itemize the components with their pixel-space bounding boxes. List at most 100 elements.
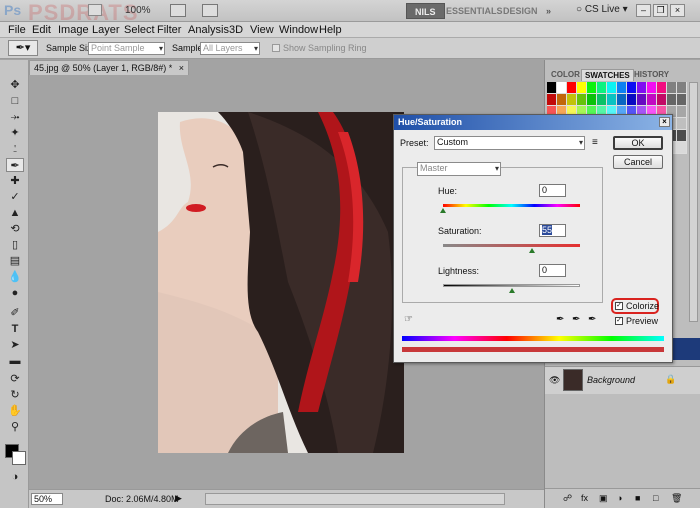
status-menu-arrow-icon[interactable]: ▶ <box>175 493 182 504</box>
eyedropper-minus-icon[interactable]: ✒ <box>588 314 596 325</box>
clone-stamp-tool-icon[interactable]: ▲ <box>6 206 24 220</box>
sample-select[interactable]: All Layers <box>200 42 260 55</box>
swatch[interactable] <box>677 106 686 117</box>
gradient-tool-icon[interactable]: ▤ <box>6 254 24 268</box>
swatch[interactable] <box>577 94 586 105</box>
eyedropper-tool-preset-icon[interactable]: ✒▾ <box>8 40 38 56</box>
blur-tool-icon[interactable]: 💧 <box>6 270 24 284</box>
shape-tool-icon[interactable]: ▬ <box>6 354 24 368</box>
swatch[interactable] <box>597 94 606 105</box>
horizontal-scrollbar[interactable] <box>205 493 505 505</box>
adjustment-layer-icon[interactable]: ◑ <box>617 493 622 503</box>
swatch[interactable] <box>547 94 556 105</box>
lightness-slider-thumb[interactable] <box>508 288 515 293</box>
quick-select-tool-icon[interactable]: ✦ <box>6 126 24 140</box>
swatch[interactable] <box>627 94 636 105</box>
layer-mask-icon[interactable]: ▣ <box>599 493 608 504</box>
cancel-button[interactable]: Cancel <box>613 155 663 169</box>
brush-tool-icon[interactable]: ✓ <box>6 190 24 204</box>
tab-history[interactable]: HISTORY <box>631 69 672 81</box>
screen-mode-icon[interactable] <box>202 4 218 17</box>
swatch[interactable] <box>607 94 616 105</box>
saturation-input[interactable]: 55 <box>539 224 566 237</box>
history-brush-tool-icon[interactable]: ⟲ <box>6 222 24 236</box>
workspace-more[interactable]: » <box>538 3 559 19</box>
swatch[interactable] <box>677 118 686 129</box>
lasso-tool-icon[interactable]: ⤞ <box>6 110 24 124</box>
layer-style-icon[interactable]: fx <box>581 493 588 503</box>
preview-checkbox[interactable]: ✓ <box>615 317 623 325</box>
tab-color[interactable]: COLOR <box>548 69 583 81</box>
dodge-tool-icon[interactable]: ● <box>6 286 24 300</box>
swatch[interactable] <box>647 82 656 93</box>
swatch[interactable] <box>677 142 686 153</box>
colorize-checkbox[interactable]: ✓ <box>615 302 623 310</box>
menu-3d[interactable]: 3D <box>229 24 243 36</box>
3d-rotate-tool-icon[interactable]: ⟳ <box>6 372 24 386</box>
eraser-tool-icon[interactable]: ▯ <box>6 238 24 252</box>
minimize-button[interactable]: – <box>636 4 651 17</box>
eyedropper-tool-icon[interactable]: ✒ <box>6 158 24 172</box>
menu-image[interactable]: Image <box>58 24 89 36</box>
arrange-documents-icon[interactable] <box>170 4 186 17</box>
swatch[interactable] <box>637 94 646 105</box>
swatch[interactable] <box>577 82 586 93</box>
sample-size-select[interactable]: Point Sample <box>88 42 165 55</box>
new-group-icon[interactable]: ■ <box>635 493 640 503</box>
swatches-scrollbar[interactable] <box>689 82 698 322</box>
zoom-level[interactable]: 100% <box>125 5 151 16</box>
layer-visibility-eye-icon[interactable]: 👁 <box>549 375 560 386</box>
menu-select[interactable]: Select <box>124 24 155 36</box>
3d-orbit-tool-icon[interactable]: ↻ <box>6 388 24 402</box>
quick-mask-icon[interactable]: ◑ <box>6 470 24 484</box>
eyedropper-icon[interactable]: ✒ <box>556 314 564 325</box>
dialog-title-bar[interactable]: Hue/Saturation × <box>394 115 672 130</box>
document-tab[interactable]: 45.jpg @ 50% (Layer 1, RGB/8#) * × <box>29 60 189 75</box>
swatch[interactable] <box>637 82 646 93</box>
eyedropper-plus-icon[interactable]: ✒ <box>572 314 580 325</box>
document-image[interactable] <box>158 112 404 453</box>
document-close-icon[interactable]: × <box>179 61 184 75</box>
lightness-slider-track[interactable] <box>443 284 580 287</box>
menu-view[interactable]: View <box>250 24 274 36</box>
path-selection-tool-icon[interactable]: ➤ <box>6 338 24 352</box>
bridge-icon[interactable] <box>88 4 102 16</box>
swatch[interactable] <box>597 82 606 93</box>
swatch[interactable] <box>607 82 616 93</box>
swatch[interactable] <box>627 82 636 93</box>
swatch[interactable] <box>587 82 596 93</box>
zoom-tool-icon[interactable]: ⚲ <box>6 420 24 434</box>
swatch[interactable] <box>567 82 576 93</box>
show-sampling-ring-checkbox[interactable] <box>272 44 280 52</box>
saturation-slider-thumb[interactable] <box>529 248 536 253</box>
status-zoom-field[interactable]: 50% <box>31 493 63 505</box>
swatch[interactable] <box>677 94 686 105</box>
targeted-adjustment-icon[interactable]: ☞ <box>404 314 413 325</box>
preset-options-icon[interactable]: ≡ <box>592 137 598 148</box>
type-tool-icon[interactable]: T <box>6 322 24 336</box>
hue-input[interactable]: 0 <box>539 184 566 197</box>
marquee-tool-icon[interactable]: □ <box>6 94 24 108</box>
healing-brush-tool-icon[interactable]: ✚ <box>6 174 24 188</box>
menu-layer[interactable]: Layer <box>92 24 120 36</box>
hue-slider-thumb[interactable] <box>440 208 446 213</box>
preset-select[interactable]: Custom <box>434 136 585 150</box>
menu-help[interactable]: Help <box>319 24 342 36</box>
hand-tool-icon[interactable]: ✋ <box>6 404 24 418</box>
dialog-close-icon[interactable]: × <box>659 117 670 127</box>
swatch[interactable] <box>567 94 576 105</box>
swatch[interactable] <box>647 94 656 105</box>
crop-tool-icon[interactable]: ⍘ <box>6 142 24 156</box>
pen-tool-icon[interactable]: ✐ <box>6 306 24 320</box>
menu-filter[interactable]: Filter <box>157 24 181 36</box>
swatch[interactable] <box>617 94 626 105</box>
swatch[interactable] <box>657 94 666 105</box>
swatch[interactable] <box>617 82 626 93</box>
restore-button[interactable]: ❐ <box>653 4 668 17</box>
swatch[interactable] <box>677 130 686 141</box>
new-layer-icon[interactable]: □ <box>653 493 658 503</box>
ok-button[interactable]: OK <box>613 136 663 150</box>
status-doc-size[interactable]: Doc: 2.06M/4.80M <box>105 494 179 504</box>
swatch[interactable] <box>677 82 686 93</box>
move-tool-icon[interactable]: ✥ <box>6 78 24 92</box>
